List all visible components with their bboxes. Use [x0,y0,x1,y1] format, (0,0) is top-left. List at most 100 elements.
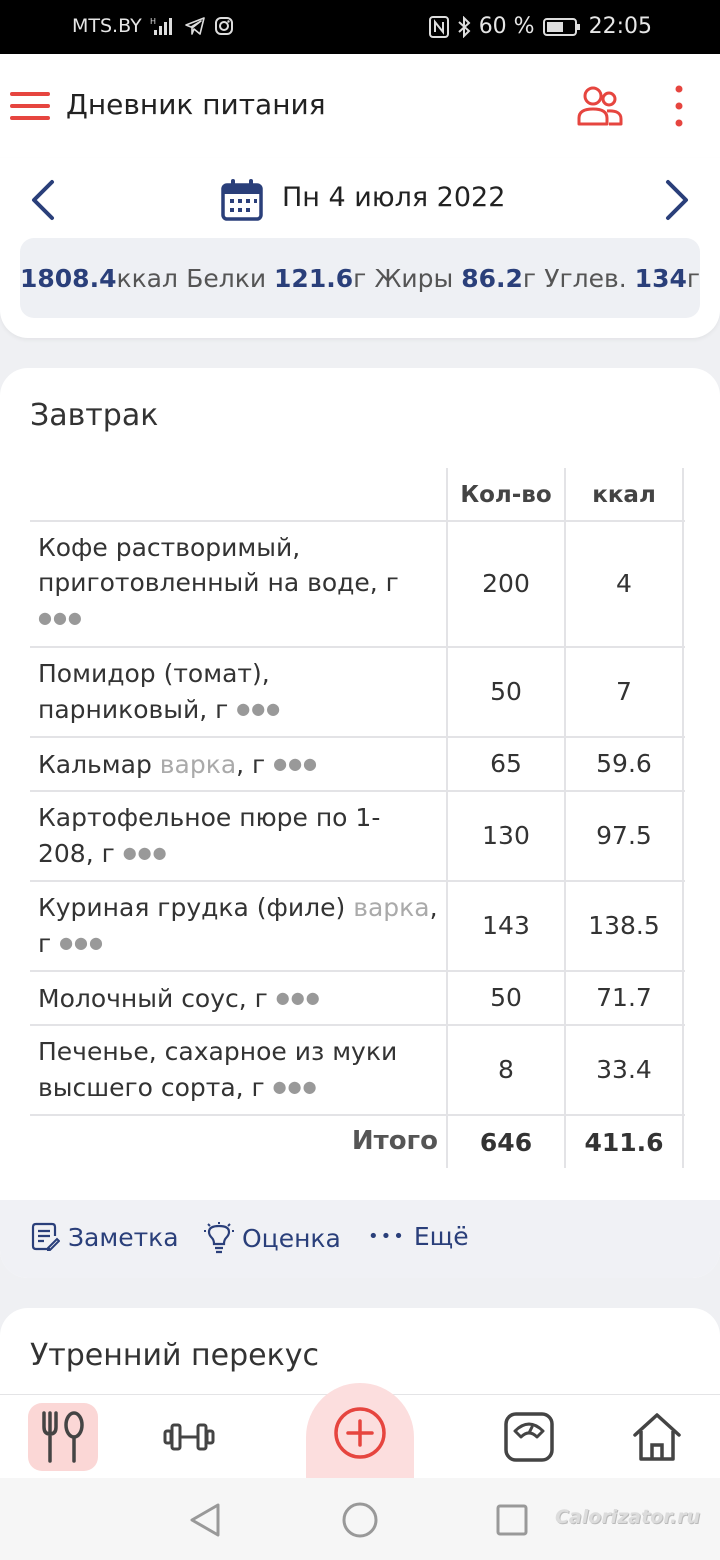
food-item-name[interactable]: Куриная грудка (филе) варка, г ●●● [38,890,443,961]
date-card: Пн 4 июля 2022 1808.4 ккал Белки 121.6 г Ж… [0,158,720,338]
food-qty[interactable]: 8 [448,1055,564,1084]
more-options-icon[interactable]: ●●● [123,843,168,862]
food-item-name[interactable]: Печенье, сахарное из муки высшего сорта,… [38,1034,443,1105]
note-button[interactable]: Заметка [30,1222,179,1252]
clock: 22:05 [588,14,652,39]
status-right: 60 % 22:05 [428,14,652,39]
more-actions-button[interactable]: ••• Ещё [368,1222,469,1251]
food-kcal: 59.6 [596,749,652,778]
table-divider [30,790,685,792]
food-kcal: 138.5 [588,911,660,940]
food-name-line: Куриная грудка (филе) [38,893,346,922]
food-qty[interactable]: 65 [448,749,564,778]
food-qty[interactable]: 50 [448,983,564,1012]
hamburger-menu-button[interactable] [10,86,52,128]
more-options-icon[interactable]: ●●● [38,608,83,627]
food-item-name[interactable]: Молочный соус, г ●●● [38,980,443,1016]
battery-icon [542,17,581,37]
food-name-line: Кальмар [38,750,152,779]
food-item-name[interactable]: Помидор (томат), парниковый, г ●●● [38,656,443,727]
food-qty[interactable]: 143 [448,911,564,940]
more-vertical-icon [675,85,683,127]
table-divider [30,970,685,972]
rating-label: Оценка [242,1223,341,1253]
users-button[interactable] [576,84,624,128]
total-label: Итого [351,1126,438,1156]
add-food-button[interactable] [306,1383,414,1483]
status-bar: MTS.BY H 60 % 22:05 [0,0,720,54]
nav-home[interactable] [622,1403,692,1471]
next-day-button[interactable] [658,178,694,222]
more-options-icon[interactable]: ●●● [276,988,321,1007]
dumbbell-icon [163,1423,215,1451]
battery-percent: 60 % [478,14,535,39]
nav-exercise[interactable] [154,1403,224,1471]
more-options-icon[interactable]: ●●● [273,754,318,773]
food-name-line: парниковый, г [38,695,229,724]
food-name-line: Кофе растворимый, [38,533,301,562]
food-qty[interactable]: 200 [448,569,564,598]
food-name-line: Печенье, сахарное из муки [38,1037,398,1066]
bottom-navigation [0,1383,720,1483]
signal-icon: H [150,16,176,36]
carbs-unit: г [686,263,700,293]
current-date[interactable]: Пн 4 июля 2022 [282,182,505,213]
bluetooth-icon [457,15,471,38]
scale-icon [504,1412,554,1462]
food-item-name[interactable]: Кальмар варка, г ●●● [38,746,443,782]
note-icon [31,1222,60,1251]
food-name-line: Помидор (томат), [38,659,270,688]
food-kcal: 71.7 [596,983,652,1012]
status-left: MTS.BY H [72,15,234,37]
more-label: Ещё [413,1222,469,1251]
plus-circle-icon [334,1407,386,1459]
table-divider [682,468,684,1168]
food-item-name[interactable]: Картофельное пюре по 1- 208, г ●●● [38,800,443,871]
cooking-method: варка [159,750,237,779]
overflow-menu-button[interactable] [664,84,694,128]
app-bar: Дневник питания [0,54,720,158]
system-home-button[interactable] [340,1500,380,1540]
page-title: Дневник питания [66,88,326,121]
carrier-label: MTS.BY [72,15,142,37]
telegram-icon [184,16,206,36]
fat-value: 86.2 [461,263,523,293]
carbs-label: Углев. [544,263,627,293]
more-options-icon[interactable]: ●●● [236,699,281,718]
table-divider [30,520,685,522]
rating-button[interactable]: Оценка [204,1222,341,1254]
food-name-line: приготовленный на воде, г [38,568,399,597]
home-icon [633,1413,681,1461]
meal-title: Завтрак [30,398,159,433]
nav-diary[interactable] [28,1403,98,1471]
table-divider [30,736,685,738]
food-unit: , [429,893,438,922]
more-options-icon[interactable]: ●●● [59,933,104,952]
nav-weight[interactable] [494,1403,564,1471]
column-header-kcal: ккал [592,482,656,508]
back-triangle-icon [190,1503,220,1537]
system-recents-button[interactable] [492,1500,532,1540]
food-qty[interactable]: 130 [448,821,564,850]
recents-square-icon [496,1504,528,1536]
food-table: Кол-во ккал Кофе растворимый, приготовле… [30,468,685,1168]
previous-day-button[interactable] [26,178,62,222]
food-item-name[interactable]: Кофе растворимый, приготовленный на воде… [38,530,443,636]
chevron-right-icon [666,180,688,220]
lightbulb-icon [204,1222,234,1254]
daily-summary: 1808.4 ккал Белки 121.6 г Жиры 86.2 г Углев… [20,238,700,318]
system-back-button[interactable] [186,1500,226,1540]
more-options-icon[interactable]: ●●● [273,1077,318,1096]
food-unit: , г [236,750,266,779]
meal-card-breakfast: Завтрак Кол-во ккал Кофе растворимый, пр… [0,368,720,1278]
users-icon [577,86,623,126]
food-kcal: 4 [616,569,632,598]
calendar-icon[interactable] [220,178,264,222]
total-kcal: 411.6 [584,1128,664,1157]
food-name-line: высшего сорта, г [38,1073,265,1102]
carbs-value: 134 [634,263,687,293]
food-kcal: 97.5 [596,821,652,850]
protein-unit: г [353,263,367,293]
food-name-line: Картофельное пюре по 1- [38,803,381,832]
food-qty[interactable]: 50 [448,677,564,706]
